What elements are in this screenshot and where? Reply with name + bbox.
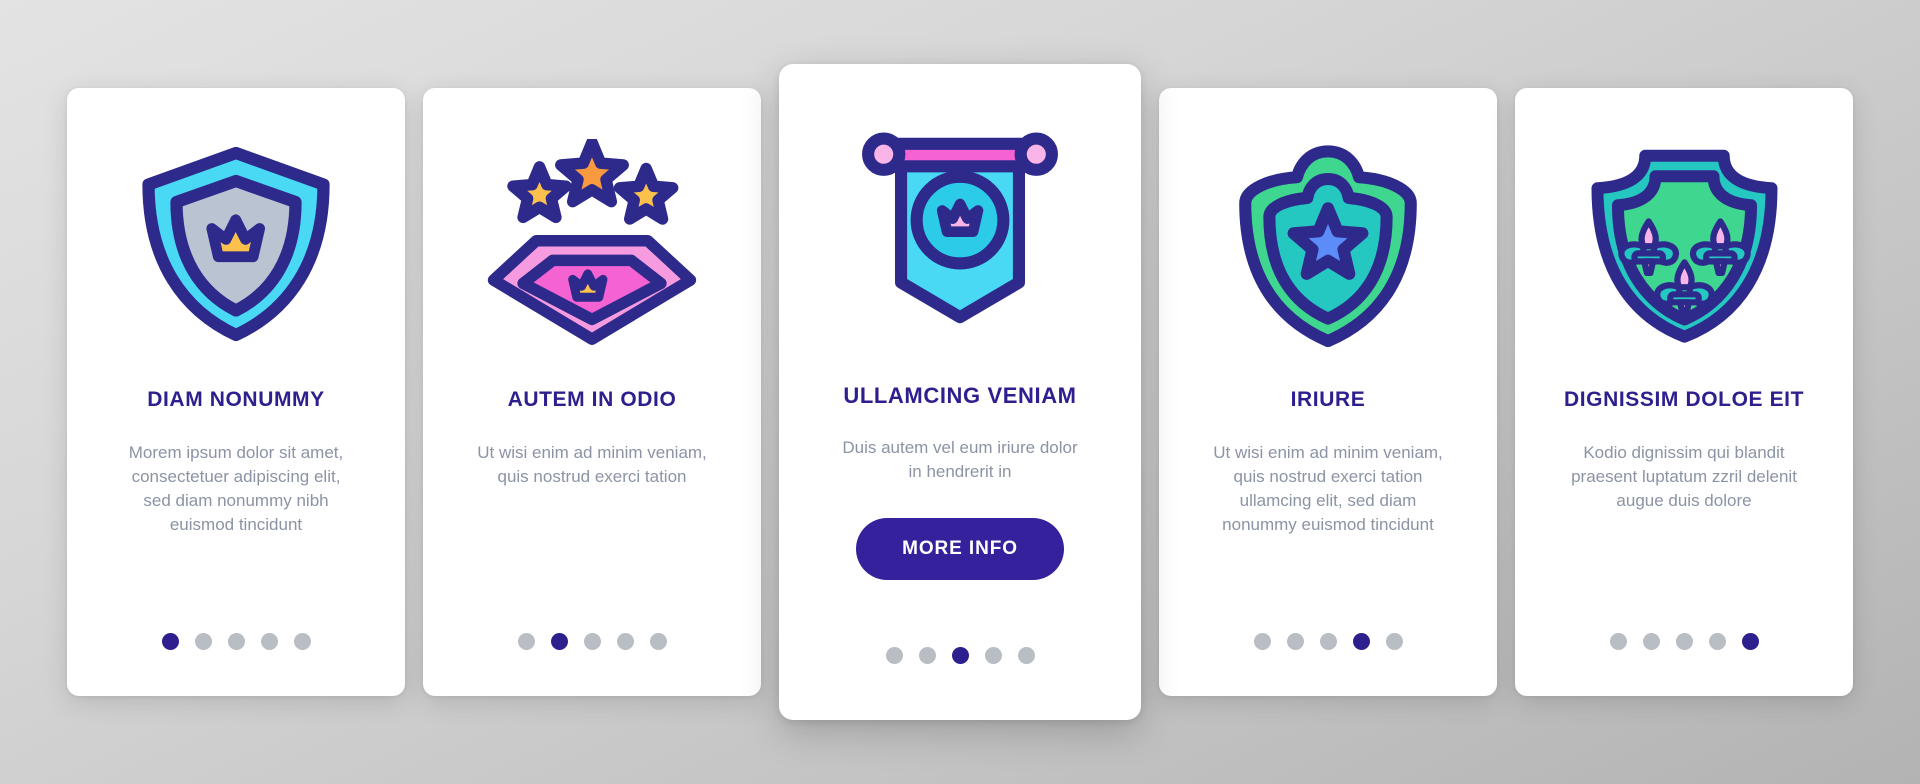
pagination-dot-1-active[interactable]	[161, 633, 179, 650]
pagination-dot-2[interactable]	[194, 633, 212, 650]
pagination-dot-3[interactable]	[1319, 633, 1337, 650]
card-description: Kodio dignissim qui blandit praesent lup…	[1571, 443, 1797, 511]
pagination-dot-3[interactable]	[227, 633, 245, 650]
shield-crown-icon	[142, 146, 330, 342]
pagination-dot-1[interactable]	[1253, 633, 1271, 650]
shield-fleur-de-lis-icon	[1591, 149, 1777, 343]
card-description: Morem ipsum dolor sit amet, consectetuer…	[128, 443, 344, 535]
onboarding-carousel: DIAM NONUMMY Morem ipsum dolor sit amet, …	[0, 0, 1920, 784]
pagination-dot-1[interactable]	[1609, 633, 1627, 650]
card-description: Ut wisi enim ad minim veniam, quis nostr…	[477, 443, 707, 487]
pagination-dot-2[interactable]	[1286, 633, 1304, 650]
card-illustration	[779, 64, 1141, 384]
pagination-dot-4[interactable]	[1708, 633, 1726, 650]
pagination-dots	[779, 647, 1141, 664]
card-title: DIGNISSIM DOLOE EIT	[1563, 388, 1805, 411]
card-title: DIAM NONUMMY	[147, 388, 325, 411]
card-illustration	[1159, 88, 1497, 388]
pagination-dots	[67, 633, 405, 650]
onboarding-card-5[interactable]: DIGNISSIM DOLOE EIT Kodio dignissim qui b…	[1515, 88, 1853, 696]
pagination-dot-3[interactable]	[1675, 633, 1693, 650]
pagination-dot-4[interactable]	[616, 633, 634, 650]
banner-crown-icon	[862, 132, 1058, 323]
onboarding-card-4[interactable]: IRIURE Ut wisi enim ad minim veniam, quis…	[1159, 88, 1497, 696]
card-illustration	[423, 88, 761, 388]
card-illustration	[1515, 88, 1853, 388]
onboarding-card-2[interactable]: AUTEM IN ODIO Ut wisi enim ad minim venia…	[423, 88, 761, 696]
pagination-dots	[1515, 633, 1853, 650]
pagination-dot-1[interactable]	[517, 633, 535, 650]
pagination-dot-5[interactable]	[293, 633, 311, 650]
pagination-dot-3-active[interactable]	[951, 647, 969, 664]
onboarding-card-3[interactable]: ULLAMCING VENIAM Duis autem vel eum iriur…	[779, 64, 1141, 720]
more-info-button[interactable]: MORE INFO	[856, 518, 1064, 581]
pagination-dot-3[interactable]	[583, 633, 601, 650]
diamond-stars-crown-icon	[487, 139, 697, 345]
onboarding-card-1[interactable]: DIAM NONUMMY Morem ipsum dolor sit amet, …	[67, 88, 405, 696]
card-description: Duis autem vel eum iriure dolor in hendr…	[842, 438, 1078, 482]
card-title: ULLAMCING VENIAM	[843, 383, 1077, 408]
card-illustration	[67, 88, 405, 388]
pagination-dot-1[interactable]	[885, 647, 903, 664]
pagination-dots	[1159, 633, 1497, 650]
pagination-dot-4[interactable]	[984, 647, 1002, 664]
pagination-dot-2[interactable]	[1642, 633, 1660, 650]
shield-star-icon	[1239, 144, 1417, 347]
card-title: AUTEM IN ODIO	[507, 388, 677, 411]
pagination-dot-5[interactable]	[1017, 647, 1035, 664]
pagination-dot-4[interactable]	[260, 633, 278, 650]
pagination-dot-2[interactable]	[918, 647, 936, 664]
pagination-dot-5-active[interactable]	[1741, 633, 1759, 650]
pagination-dot-2-active[interactable]	[550, 633, 568, 650]
pagination-dot-5[interactable]	[1385, 633, 1403, 650]
card-title: IRIURE	[1290, 388, 1366, 411]
card-description: Ut wisi enim ad minim veniam, quis nostr…	[1213, 443, 1443, 535]
pagination-dots	[423, 633, 761, 650]
pagination-dot-4-active[interactable]	[1352, 633, 1370, 650]
pagination-dot-5[interactable]	[649, 633, 667, 650]
